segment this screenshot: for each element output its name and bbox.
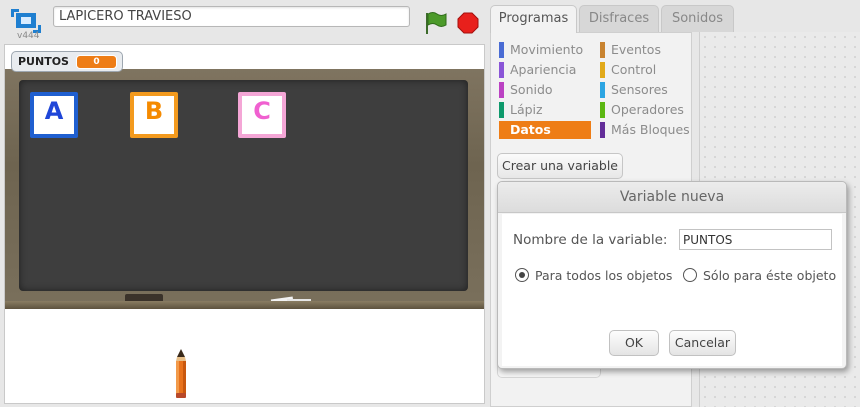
- category-movimiento[interactable]: Movimiento: [499, 41, 591, 59]
- category-control[interactable]: Control: [600, 61, 692, 79]
- category-sensores[interactable]: Sensores: [600, 81, 692, 99]
- category-sonido[interactable]: Sonido: [499, 81, 591, 99]
- category-label: Control: [611, 62, 657, 77]
- pencil-sprite[interactable]: [172, 349, 190, 399]
- tab-programas[interactable]: Programas: [490, 5, 577, 33]
- category-label: Sonido: [510, 82, 553, 97]
- stage-header: v444: [0, 0, 487, 44]
- tile-letter: C: [253, 97, 271, 125]
- radio-all-sprites-label: Para todos los objetos: [535, 268, 673, 283]
- radio-selected-icon: [515, 268, 529, 282]
- category-label: Eventos: [611, 42, 661, 57]
- category-label: Apariencia: [510, 62, 577, 77]
- category-label: Movimiento: [510, 42, 584, 57]
- create-variable-button[interactable]: Crear una variable: [497, 153, 623, 179]
- new-variable-dialog: Variable nueva Nombre de la variable: Pa…: [497, 181, 847, 369]
- category-label: Sensores: [611, 82, 668, 97]
- cancel-button[interactable]: Cancelar: [669, 330, 736, 356]
- tile-letter: B: [144, 97, 164, 125]
- category-eventos[interactable]: Eventos: [600, 41, 692, 59]
- category-label: Lápiz: [510, 102, 543, 117]
- category-datos[interactable]: Datos: [499, 121, 591, 139]
- radio-this-sprite-label: Sólo para éste objeto: [703, 268, 837, 283]
- tile-letter: A: [44, 97, 64, 125]
- version-label: v444: [17, 31, 40, 41]
- radio-unselected-icon: [683, 268, 697, 282]
- category-label: Más Bloques: [611, 122, 690, 137]
- category-apariencia[interactable]: Apariencia: [499, 61, 591, 79]
- project-title-input[interactable]: [53, 6, 410, 27]
- green-flag-icon[interactable]: [422, 10, 448, 36]
- category-lapiz[interactable]: Lápiz: [499, 101, 591, 119]
- ok-button[interactable]: OK: [609, 330, 659, 356]
- sprite-tile-c[interactable]: C: [238, 92, 286, 138]
- category-label: Operadores: [611, 102, 684, 117]
- sprite-tile-b[interactable]: B: [130, 92, 178, 138]
- dialog-body: Nombre de la variable: Para todos los ob…: [502, 214, 842, 366]
- category-label: Datos: [510, 122, 551, 137]
- variable-monitor[interactable]: PUNTOS 0: [11, 51, 123, 72]
- variable-monitor-value: 0: [76, 55, 117, 69]
- stage-floor: [5, 311, 484, 403]
- presentation-mode-icon[interactable]: [11, 9, 41, 33]
- variable-name-label: Nombre de la variable:: [513, 232, 668, 248]
- chalkboard-ledge: [5, 301, 484, 309]
- tab-sonidos[interactable]: Sonidos: [661, 5, 734, 32]
- tab-disfraces[interactable]: Disfraces: [579, 5, 659, 32]
- variable-monitor-name: PUNTOS: [18, 55, 69, 68]
- sprite-tile-a[interactable]: A: [30, 92, 78, 138]
- stage[interactable]: PUNTOS 0 A B C: [4, 44, 485, 404]
- stop-sign-icon[interactable]: [457, 12, 479, 34]
- category-operadores[interactable]: Operadores: [600, 101, 692, 119]
- dialog-title: Variable nueva: [498, 182, 846, 213]
- variable-name-input[interactable]: [679, 229, 832, 250]
- category-mas-bloques[interactable]: Más Bloques: [600, 121, 692, 139]
